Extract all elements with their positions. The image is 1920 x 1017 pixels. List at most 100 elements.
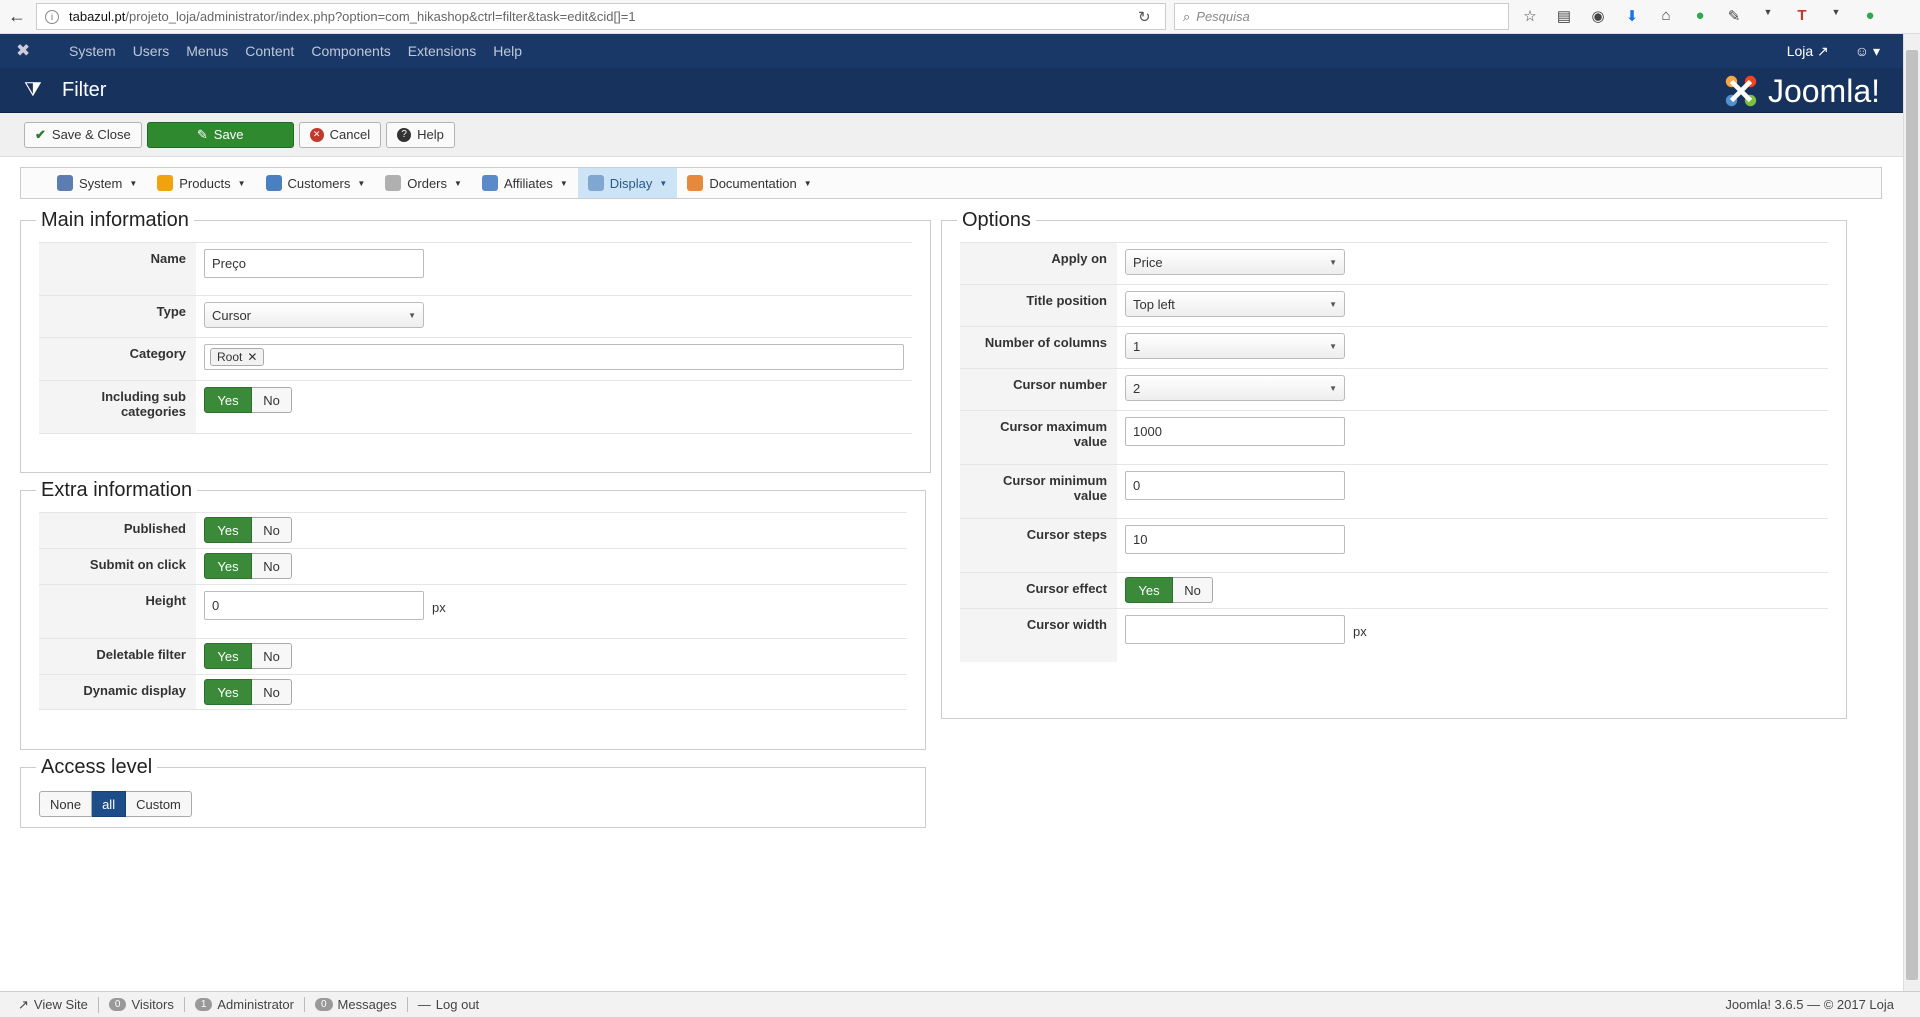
home-icon[interactable]: ⌂ xyxy=(1656,7,1676,25)
no-option[interactable]: No xyxy=(252,517,292,543)
messages-label: Messages xyxy=(337,997,397,1012)
back-arrow-icon[interactable]: ← xyxy=(0,0,34,34)
browser-search-input[interactable]: ⌕ Pesquisa xyxy=(1174,3,1509,30)
chevron-down-icon: ▼ xyxy=(1329,299,1337,309)
save-close-button[interactable]: ✔ Save & Close xyxy=(24,121,142,148)
hk-menu-products[interactable]: Products ▼ xyxy=(147,168,255,198)
cursor-width-input[interactable] xyxy=(1125,615,1345,644)
submit-on-click-toggle[interactable]: Yes No xyxy=(204,553,292,579)
height-unit: px xyxy=(432,600,446,615)
caret-icon: ▼ xyxy=(237,178,246,188)
height-input[interactable]: 0 xyxy=(204,591,424,620)
yes-option[interactable]: Yes xyxy=(204,643,252,669)
bookmark-star-icon[interactable]: ☆ xyxy=(1520,7,1540,25)
yes-option[interactable]: Yes xyxy=(204,679,252,705)
no-option[interactable]: No xyxy=(252,553,292,579)
yes-option[interactable]: Yes xyxy=(204,553,252,579)
menu-content[interactable]: Content xyxy=(245,43,294,59)
administrator-status[interactable]: 1 Administrator xyxy=(185,997,305,1012)
menu-menus[interactable]: Menus xyxy=(186,43,228,59)
cursor-maximum-value-label: Cursor maximum value xyxy=(960,411,1117,464)
hk-menu-customers[interactable]: Customers ▼ xyxy=(256,168,376,198)
affiliates-icon xyxy=(481,175,498,191)
cursor-minimum-value-label: Cursor minimum value xyxy=(960,465,1117,518)
access-custom-button[interactable]: Custom xyxy=(126,791,192,817)
category-label: Category xyxy=(39,338,196,380)
no-option[interactable]: No xyxy=(1173,577,1213,603)
download-icon[interactable]: ⬇ xyxy=(1622,7,1642,25)
cursor-number-select[interactable]: 2 ▼ xyxy=(1125,375,1345,401)
no-option[interactable]: No xyxy=(252,679,292,705)
cursor-steps-input[interactable]: 10 xyxy=(1125,525,1345,554)
hk-menu-system[interactable]: System ▼ xyxy=(47,168,147,198)
menu-users[interactable]: Users xyxy=(133,43,170,59)
access-all-button[interactable]: all xyxy=(92,791,127,817)
hk-menu-affiliates[interactable]: Affiliates ▼ xyxy=(472,168,578,198)
name-input[interactable]: Preço xyxy=(204,249,424,278)
cursor-effect-toggle[interactable]: Yes No xyxy=(1125,577,1213,603)
no-option[interactable]: No xyxy=(252,643,292,669)
yes-option[interactable]: Yes xyxy=(204,517,252,543)
reading-list-icon[interactable]: ▤ xyxy=(1554,7,1574,25)
hk-menu-documentation[interactable]: Documentation ▼ xyxy=(677,168,821,198)
number-of-columns-select[interactable]: 1 ▼ xyxy=(1125,333,1345,359)
extension-green-icon[interactable]: ● xyxy=(1690,7,1710,25)
site-link[interactable]: Loja ↗ xyxy=(1787,43,1829,60)
cancel-button[interactable]: ✕ Cancel xyxy=(298,121,382,148)
apply-on-select[interactable]: Price ▼ xyxy=(1125,249,1345,275)
category-input[interactable]: Root ✕ xyxy=(204,344,904,370)
menu-components[interactable]: Components xyxy=(311,43,390,59)
category-tag: Root ✕ xyxy=(210,348,265,366)
cursor-width-label: Cursor width xyxy=(960,609,1117,662)
including-sub-categories-label: Including sub categories xyxy=(39,381,196,433)
cursor-number-label: Cursor number xyxy=(960,369,1117,410)
extension-chat-icon[interactable]: ● xyxy=(1860,7,1880,25)
view-site-link[interactable]: ↗ View Site xyxy=(8,996,99,1013)
cursor-minimum-value-input[interactable]: 0 xyxy=(1125,471,1345,500)
dynamic-display-toggle[interactable]: Yes No xyxy=(204,679,292,705)
title-position-select[interactable]: Top left ▼ xyxy=(1125,291,1345,317)
hk-menu-orders[interactable]: Orders ▼ xyxy=(375,168,472,198)
user-menu-icon[interactable]: ☺ ▾ xyxy=(1855,43,1880,60)
main-information-section: Main information Name Preço Type Cursor ▼… xyxy=(20,209,931,473)
version-text: Joomla! 3.6.5 — © 2017 Loja xyxy=(1725,997,1894,1012)
page-title: Filter xyxy=(62,78,107,101)
help-button[interactable]: ? Help xyxy=(386,121,455,148)
messages-status[interactable]: 0 Messages xyxy=(305,997,408,1012)
yes-option[interactable]: Yes xyxy=(1125,577,1173,603)
cursor-maximum-value-input[interactable]: 1000 xyxy=(1125,417,1345,446)
remove-tag-icon[interactable]: ✕ xyxy=(247,350,257,364)
menu-help[interactable]: Help xyxy=(493,43,522,59)
deletable-filter-toggle[interactable]: Yes No xyxy=(204,643,292,669)
including-sub-categories-toggle[interactable]: Yes No xyxy=(204,387,292,413)
hk-menu-display[interactable]: Display ▼ xyxy=(577,168,678,198)
page-scrollbar[interactable] xyxy=(1903,34,1920,991)
published-toggle[interactable]: Yes No xyxy=(204,517,292,543)
admin-menu-bar: ✖ System Users Menus Content Components … xyxy=(0,34,1920,68)
visitors-status[interactable]: 0 Visitors xyxy=(99,997,185,1012)
dropdown-icon[interactable]: ▼ xyxy=(1758,7,1778,25)
access-none-button[interactable]: None xyxy=(39,791,93,817)
pocket-icon[interactable]: ◉ xyxy=(1588,7,1608,25)
extension-tool-icon[interactable]: ✎ xyxy=(1724,7,1744,25)
dropdown-icon[interactable]: ▼ xyxy=(1826,7,1846,25)
cancel-icon: ✕ xyxy=(309,127,324,142)
save-button[interactable]: ✎ Save xyxy=(146,121,294,148)
no-option[interactable]: No xyxy=(252,387,292,413)
search-placeholder: Pesquisa xyxy=(1196,9,1250,24)
type-select[interactable]: Cursor ▼ xyxy=(204,302,424,328)
published-label: Published xyxy=(39,513,196,548)
joomla-logo-icon[interactable]: ✖ xyxy=(16,41,52,61)
menu-system[interactable]: System xyxy=(69,43,116,59)
logout-link[interactable]: — Log out xyxy=(408,997,489,1012)
submit-on-click-label: Submit on click xyxy=(39,549,196,584)
scrollbar-thumb[interactable] xyxy=(1906,50,1918,980)
admin-label: Administrator xyxy=(217,997,294,1012)
address-bar[interactable]: i tabazul.pt/projeto_loja/administrator/… xyxy=(36,3,1166,30)
menu-extensions[interactable]: Extensions xyxy=(408,43,476,59)
cursor-width-unit: px xyxy=(1353,624,1367,639)
info-icon[interactable]: i xyxy=(45,9,59,24)
reload-icon[interactable]: ↻ xyxy=(1138,8,1151,26)
extension-t-icon[interactable]: T xyxy=(1792,7,1812,25)
yes-option[interactable]: Yes xyxy=(204,387,252,413)
